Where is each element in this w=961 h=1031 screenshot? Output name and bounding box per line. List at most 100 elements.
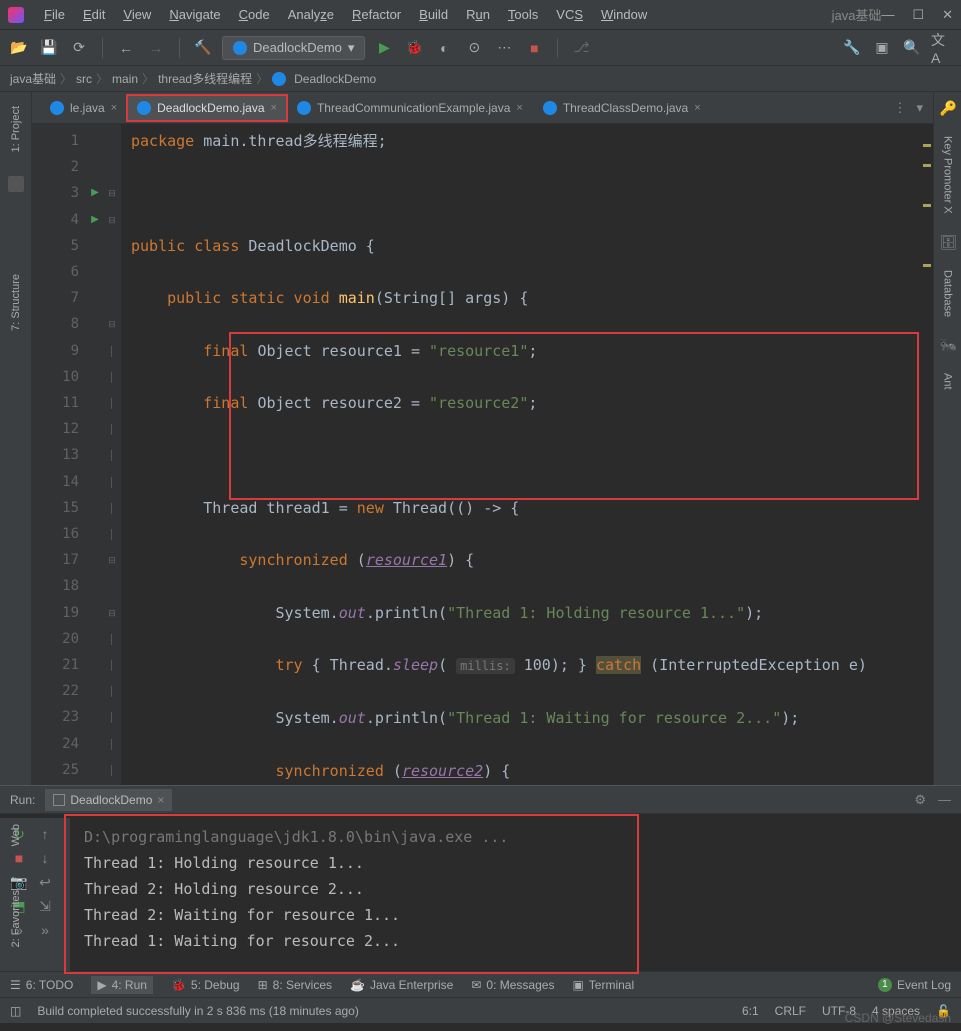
run-output[interactable]: D:\programinglanguage\jdk1.8.0\bin\java.… <box>70 818 961 971</box>
run-panel-header: Run: DeadlockDemo × ⚙ — <box>0 786 961 814</box>
forward-button[interactable]: → <box>145 37 167 59</box>
run-tab[interactable]: DeadlockDemo × <box>45 789 172 811</box>
debug-button[interactable]: 🐞 <box>403 37 425 59</box>
terminal-button[interactable]: ▣ Terminal <box>572 978 634 992</box>
run-button[interactable]: ▶ 4: Run <box>91 976 153 994</box>
close-button[interactable]: ✕ <box>942 7 953 23</box>
project-name: java基础 <box>832 5 882 24</box>
key-icon[interactable]: 🔑 <box>940 100 956 116</box>
tab-label: DeadlockDemo.java <box>157 101 264 115</box>
output-line: Thread 2: Holding resource 2... <box>84 876 947 902</box>
close-icon[interactable]: × <box>694 102 700 114</box>
gear-icon[interactable]: ⚙ <box>914 792 926 808</box>
up-icon[interactable]: ↑ <box>36 825 54 843</box>
breadcrumb-item[interactable]: main <box>112 72 138 86</box>
stop-button[interactable]: ■ <box>10 849 28 867</box>
close-icon[interactable]: × <box>111 102 117 114</box>
coverage-button[interactable]: ◐ <box>433 37 455 59</box>
structure-tool-button[interactable]: 7: Structure <box>10 268 22 337</box>
search-icon[interactable]: 🔍 <box>901 37 923 59</box>
folder-icon[interactable] <box>8 176 24 192</box>
close-icon[interactable]: × <box>271 102 277 114</box>
run-button[interactable]: ▶ <box>373 37 395 59</box>
run-config-label: DeadlockDemo <box>253 40 342 55</box>
debug-button[interactable]: 🐞 5: Debug <box>171 978 240 992</box>
editor-tab[interactable]: ThreadClassDemo.java × <box>533 95 711 121</box>
app-logo-icon <box>8 7 24 23</box>
fold-column: ⊟⊟⊟││││││││⊟⊟││││││ <box>103 124 121 785</box>
window-controls: — ☐ ✕ <box>881 7 953 23</box>
folder-icon[interactable]: ▣ <box>871 37 893 59</box>
project-tool-button[interactable]: 1: Project <box>10 100 22 158</box>
stop-button[interactable]: ■ <box>523 37 545 59</box>
minimize-icon[interactable]: — <box>938 792 951 808</box>
menu-window[interactable]: Window <box>593 5 655 24</box>
wrench-icon[interactable]: 🔧 <box>841 37 863 59</box>
attach-button[interactable]: ⋯ <box>493 37 515 59</box>
breadcrumb-item[interactable]: java基础 <box>10 70 56 87</box>
dropdown-icon[interactable]: ⋮ <box>893 100 906 116</box>
menu-bar: File Edit View Navigate Code Analyze Ref… <box>36 5 824 24</box>
menu-refactor[interactable]: Refactor <box>344 5 409 24</box>
save-button[interactable]: 💾 <box>38 37 60 59</box>
tab-label: ThreadCommunicationExample.java <box>317 101 510 115</box>
key-promoter-button[interactable]: Key Promoter X <box>942 130 954 220</box>
menu-tools[interactable]: Tools <box>500 5 546 24</box>
menu-analyze[interactable]: Analyze <box>280 5 342 24</box>
database-button[interactable]: Database <box>942 264 954 323</box>
back-button[interactable]: ← <box>115 37 137 59</box>
java-icon <box>137 101 151 115</box>
caret-position[interactable]: 6:1 <box>742 1004 759 1018</box>
menu-view[interactable]: View <box>115 5 159 24</box>
down-icon[interactable]: ↓ <box>36 849 54 867</box>
editor-tab[interactable]: le.java × <box>40 95 127 121</box>
export-icon[interactable]: ⇲ <box>36 897 54 915</box>
code-editor[interactable]: 1234567891011121314151617181920212223242… <box>32 124 933 785</box>
database-icon[interactable]: 🗄 <box>940 234 956 250</box>
menu-code[interactable]: Code <box>231 5 278 24</box>
breadcrumb-item[interactable]: DeadlockDemo <box>294 72 376 86</box>
line-separator[interactable]: CRLF <box>775 1004 806 1018</box>
translate-icon[interactable]: 文A <box>931 37 953 59</box>
todo-button[interactable]: ☰ 6: TODO <box>10 978 73 992</box>
wrap-icon[interactable]: ↩ <box>36 873 54 891</box>
maximize-button[interactable]: ☐ <box>912 7 924 23</box>
ant-button[interactable]: Ant <box>942 367 954 396</box>
editor-tab[interactable]: ThreadCommunicationExample.java × <box>287 95 533 121</box>
menu-navigate[interactable]: Navigate <box>161 5 228 24</box>
ant-icon[interactable]: 🐜 <box>940 337 956 353</box>
code-content[interactable]: package main.thread多线程编程; public class D… <box>121 124 933 785</box>
editor-tab-active[interactable]: DeadlockDemo.java × <box>127 95 287 121</box>
breadcrumb-item[interactable]: thread多线程编程 <box>158 70 252 87</box>
java-icon <box>233 41 247 55</box>
output-line: Thread 1: Waiting for resource 2... <box>84 928 947 954</box>
chevron-down-icon[interactable]: ▾ <box>916 100 923 116</box>
work-area: 1: Project 7: Structure le.java × Deadlo… <box>0 92 961 785</box>
scroll-marker-strip[interactable] <box>921 124 933 785</box>
event-log-button[interactable]: 1 Event Log <box>878 978 951 992</box>
run-config-selector[interactable]: DeadlockDemo ▾ <box>222 36 365 60</box>
reload-button[interactable]: ⟳ <box>68 37 90 59</box>
menu-edit[interactable]: Edit <box>75 5 113 24</box>
more-icon[interactable]: » <box>36 921 54 939</box>
line-numbers: 1234567891011121314151617181920212223242… <box>32 124 87 785</box>
close-icon[interactable]: × <box>516 102 522 114</box>
run-command: D:\programinglanguage\jdk1.8.0\bin\java.… <box>84 828 508 846</box>
menu-run[interactable]: Run <box>458 5 498 24</box>
open-button[interactable]: 📂 <box>8 37 30 59</box>
breadcrumb-item[interactable]: src <box>76 72 92 86</box>
build-button[interactable]: 🔨 <box>192 37 214 59</box>
services-button[interactable]: ⊞ 8: Services <box>258 978 332 992</box>
menu-file[interactable]: File <box>36 5 73 24</box>
close-icon[interactable]: × <box>157 793 164 807</box>
messages-button[interactable]: ✉ 0: Messages <box>471 978 554 992</box>
java-enterprise-button[interactable]: ☕ Java Enterprise <box>350 978 453 992</box>
output-line: Thread 2: Waiting for resource 1... <box>84 902 947 928</box>
minimize-button[interactable]: — <box>881 7 894 23</box>
window-icon[interactable]: ◫ <box>10 1004 21 1018</box>
menu-build[interactable]: Build <box>411 5 456 24</box>
profile-button[interactable]: ⊙ <box>463 37 485 59</box>
vcs-button[interactable]: ⎇ <box>570 37 592 59</box>
tab-label: le.java <box>70 101 105 115</box>
menu-vcs[interactable]: VCS <box>548 5 591 24</box>
